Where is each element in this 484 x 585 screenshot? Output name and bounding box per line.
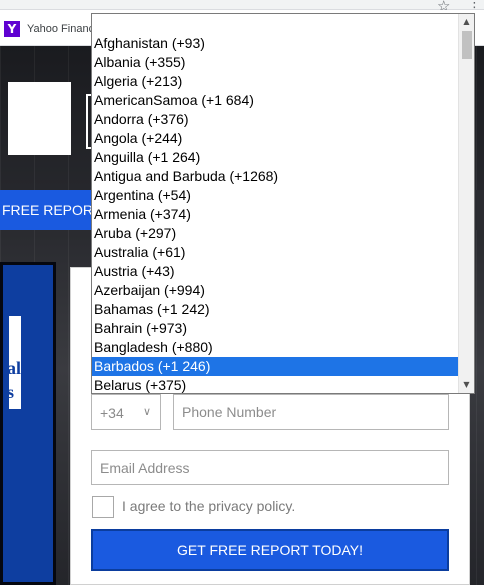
dropdown-option[interactable]: Barbados (+1 246) — [92, 357, 459, 376]
email-address-input[interactable] — [91, 450, 449, 485]
dropdown-option[interactable]: Aruba (+297) — [92, 224, 459, 243]
left-card-text-1: al — [9, 358, 21, 378]
country-code-value: +34 — [100, 405, 124, 421]
get-free-report-button[interactable]: GET FREE REPORT TODAY! — [91, 529, 449, 571]
dropdown-option[interactable]: Antigua and Barbuda (+1268) — [92, 167, 459, 186]
bookmark-yahoo-finance[interactable]: Y Yahoo Finance — [4, 21, 100, 37]
dropdown-option[interactable]: Andorra (+376) — [92, 110, 459, 129]
left-card-text-2: s — [9, 382, 15, 402]
scroll-down-arrow-icon[interactable]: ▼ — [459, 378, 474, 392]
dropdown-option[interactable]: Albania (+355) — [92, 53, 459, 72]
yahoo-favicon-icon: Y — [4, 21, 20, 37]
free-report-label: FREE REPORT — [2, 202, 102, 218]
dropdown-option[interactable]: AmericanSamoa (+1 684) — [92, 91, 459, 110]
dropdown-option[interactable]: Australia (+61) — [92, 243, 459, 262]
dropdown-scrollbar[interactable]: ▲ ▼ — [458, 14, 474, 393]
dropdown-option[interactable]: Azerbaijan (+994) — [92, 281, 459, 300]
dropdown-option[interactable]: Afghanistan (+93) — [92, 34, 459, 53]
country-code-dropdown-list[interactable]: Afghanistan (+93) Albania (+355) Algeria (… — [91, 13, 475, 394]
privacy-policy-label: I agree to the privacy policy. — [122, 498, 296, 514]
bookmark-label: Yahoo Finance — [27, 23, 101, 35]
chevron-down-icon: ∨ — [143, 405, 152, 418]
dropdown-option[interactable]: Belarus (+375) — [92, 376, 459, 393]
privacy-policy-checkbox[interactable] — [92, 496, 114, 518]
scrollbar-thumb[interactable] — [462, 31, 472, 59]
left-promo-panel — [0, 262, 56, 585]
dropdown-option[interactable]: Bahrain (+973) — [92, 319, 459, 338]
free-report-button[interactable]: FREE REPORT — [0, 190, 103, 230]
scroll-up-arrow-icon[interactable]: ▲ — [459, 15, 474, 29]
phone-number-input[interactable] — [173, 394, 449, 430]
dropdown-option[interactable]: Austria (+43) — [92, 262, 459, 281]
site-logo — [8, 82, 71, 155]
country-code-select[interactable]: +34 ∨ — [91, 394, 161, 430]
dropdown-option[interactable]: Algeria (+213) — [92, 72, 459, 91]
dropdown-option[interactable]: Argentina (+54) — [92, 186, 459, 205]
dropdown-option[interactable]: Bangladesh (+880) — [92, 338, 459, 357]
browser-toolbar: ☆ ⋮ — [0, 0, 484, 15]
dropdown-option[interactable]: Angola (+244) — [92, 129, 459, 148]
left-promo-card: al s — [9, 316, 21, 409]
dropdown-option[interactable]: Armenia (+374) — [92, 205, 459, 224]
dropdown-option[interactable]: Bahamas (+1 242) — [92, 300, 459, 319]
dropdown-option[interactable]: Anguilla (+1 264) — [92, 148, 459, 167]
